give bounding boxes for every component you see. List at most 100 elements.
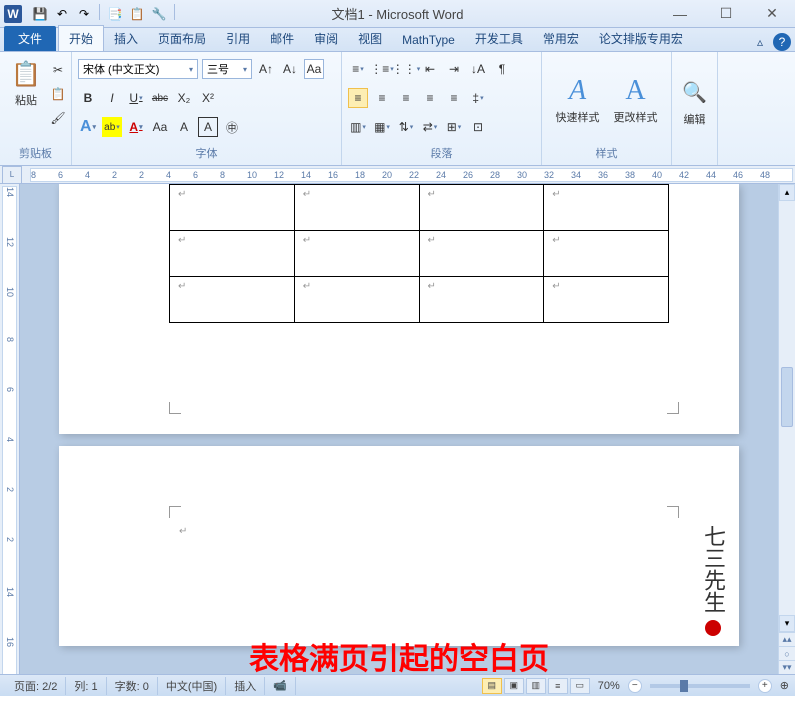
zoom-slider[interactable]: [650, 684, 750, 688]
browse-object-icon[interactable]: ○: [779, 646, 795, 660]
shading-icon[interactable]: ▥: [348, 117, 368, 137]
table-row[interactable]: ↵↵↵↵: [170, 231, 669, 277]
text-direction-v-icon[interactable]: ⇅: [396, 117, 416, 137]
increase-indent-icon[interactable]: ⇥: [444, 59, 464, 79]
qat-save-icon[interactable]: 💾: [30, 4, 50, 24]
show-marks-icon[interactable]: ¶: [492, 59, 512, 79]
strikethrough-button[interactable]: abc: [150, 88, 170, 108]
tab-pagelayout[interactable]: 页面布局: [148, 26, 216, 51]
text-direction-h-icon[interactable]: ⇄: [420, 117, 440, 137]
phonetic-icon[interactable]: Aa: [150, 117, 170, 137]
view-draft-icon[interactable]: ▭: [570, 678, 590, 694]
distribute-icon[interactable]: ≡: [444, 88, 464, 108]
editing-button[interactable]: 🔍 编辑: [675, 75, 715, 129]
status-page[interactable]: 页面: 2/2: [6, 677, 66, 695]
qat-tools-icon[interactable]: 🔧: [149, 4, 169, 24]
close-button[interactable]: ✕: [749, 0, 795, 28]
qat-undo-icon[interactable]: ↶: [52, 4, 72, 24]
tab-home[interactable]: 开始: [58, 25, 104, 51]
tab-macros[interactable]: 常用宏: [533, 26, 589, 51]
ruler-horizontal[interactable]: L 86422468101214161820222426283032343638…: [0, 166, 795, 184]
status-macro-icon[interactable]: 📹: [265, 677, 296, 695]
ruler-vertical[interactable]: 141210864221416: [0, 184, 20, 674]
borders-icon[interactable]: ▦: [372, 117, 392, 137]
page-1[interactable]: ↵↵↵↵ ↵↵↵↵ ↵↵↵↵: [59, 184, 739, 434]
zoom-out-button[interactable]: −: [628, 679, 642, 693]
view-print-icon[interactable]: ▤: [482, 678, 502, 694]
paste-button[interactable]: 📋 粘贴: [6, 56, 46, 128]
snap-icon[interactable]: ⊞: [444, 117, 464, 137]
next-page-icon[interactable]: ▾▾: [779, 660, 795, 674]
qat-paste-icon[interactable]: 📋: [127, 4, 147, 24]
prev-page-icon[interactable]: ▴▴: [779, 632, 795, 646]
bullets-icon[interactable]: ≡: [348, 59, 368, 79]
document-area[interactable]: ↵↵↵↵ ↵↵↵↵ ↵↵↵↵ 表格满页引起的空白页 ↵ 七三先生: [20, 184, 778, 674]
qat-redo-icon[interactable]: ↷: [74, 4, 94, 24]
line-spacing-icon[interactable]: ‡: [468, 88, 488, 108]
tab-mailings[interactable]: 邮件: [260, 26, 304, 51]
align-center-icon[interactable]: ≡: [372, 88, 392, 108]
char-border-icon[interactable]: A: [198, 117, 218, 137]
superscript-button[interactable]: X²: [198, 88, 218, 108]
font-family-combo[interactable]: 宋体 (中文正文): [78, 59, 198, 79]
minimize-button[interactable]: —: [657, 0, 703, 28]
numbering-icon[interactable]: ⋮≡: [372, 59, 392, 79]
multilevel-icon[interactable]: ⋮⋮: [396, 59, 416, 79]
tab-mathtype[interactable]: MathType: [392, 29, 465, 51]
help-icon[interactable]: ?: [773, 33, 791, 51]
status-column[interactable]: 列: 1: [66, 677, 106, 695]
align-right-icon[interactable]: ≡: [396, 88, 416, 108]
tab-developer[interactable]: 开发工具: [465, 26, 533, 51]
status-language[interactable]: 中文(中国): [158, 677, 226, 695]
grid-icon[interactable]: ⊡: [468, 117, 488, 137]
text-effects-icon[interactable]: A: [78, 117, 98, 137]
tab-thesis[interactable]: 论文排版专用宏: [589, 26, 693, 51]
enclosed-char-icon[interactable]: ㊥: [222, 117, 242, 137]
table-row[interactable]: ↵↵↵↵: [170, 277, 669, 323]
document-table[interactable]: ↵↵↵↵ ↵↵↵↵ ↵↵↵↵: [169, 184, 669, 323]
scroll-down-icon[interactable]: ▾: [779, 615, 795, 632]
scroll-track[interactable]: [779, 201, 795, 615]
tab-view[interactable]: 视图: [348, 26, 392, 51]
scrollbar-vertical[interactable]: ▴ ▾ ▴▴ ○ ▾▾: [778, 184, 795, 674]
decrease-indent-icon[interactable]: ⇤: [420, 59, 440, 79]
tab-references[interactable]: 引用: [216, 26, 260, 51]
format-painter-icon[interactable]: 🖌: [48, 108, 68, 128]
quick-styles-button[interactable]: A 快速样式: [552, 73, 604, 127]
ruler-corner[interactable]: L: [2, 166, 22, 184]
cut-icon[interactable]: ✂: [48, 60, 68, 80]
change-styles-button[interactable]: A 更改样式: [610, 73, 662, 127]
clear-format-icon[interactable]: Aa: [304, 59, 324, 79]
copy-icon[interactable]: 📋: [48, 84, 68, 104]
zoom-in-button[interactable]: +: [758, 679, 772, 693]
maximize-button[interactable]: ☐: [703, 0, 749, 28]
tab-review[interactable]: 审阅: [304, 26, 348, 51]
page-2[interactable]: ↵ 七三先生: [59, 446, 739, 646]
grow-font-icon[interactable]: A↑: [256, 59, 276, 79]
table-row[interactable]: ↵↵↵↵: [170, 185, 669, 231]
align-left-icon[interactable]: ≡: [348, 88, 368, 108]
highlight-icon[interactable]: ab: [102, 117, 122, 137]
zoom-slider-thumb[interactable]: [680, 680, 688, 692]
status-insert-mode[interactable]: 插入: [226, 677, 265, 695]
view-fullscreen-icon[interactable]: ▣: [504, 678, 524, 694]
file-tab[interactable]: 文件: [4, 26, 56, 51]
font-size-combo[interactable]: 三号: [202, 59, 252, 79]
sort-icon[interactable]: ↓A: [468, 59, 488, 79]
subscript-button[interactable]: X₂: [174, 88, 194, 108]
tab-insert[interactable]: 插入: [104, 26, 148, 51]
view-web-icon[interactable]: ▥: [526, 678, 546, 694]
change-case-icon[interactable]: A: [174, 117, 194, 137]
shrink-font-icon[interactable]: A↓: [280, 59, 300, 79]
justify-icon[interactable]: ≡: [420, 88, 440, 108]
status-words[interactable]: 字数: 0: [107, 677, 158, 695]
underline-button[interactable]: U: [126, 88, 146, 108]
qat-doc-icon[interactable]: 📑: [105, 4, 125, 24]
scroll-thumb[interactable]: [781, 367, 793, 427]
view-outline-icon[interactable]: ≡: [548, 678, 568, 694]
zoom-expand-icon[interactable]: ⊕: [780, 679, 789, 692]
ribbon-minimize-icon[interactable]: ▵: [751, 33, 769, 51]
bold-button[interactable]: B: [78, 88, 98, 108]
font-color-icon[interactable]: A: [126, 117, 146, 137]
italic-button[interactable]: I: [102, 88, 122, 108]
